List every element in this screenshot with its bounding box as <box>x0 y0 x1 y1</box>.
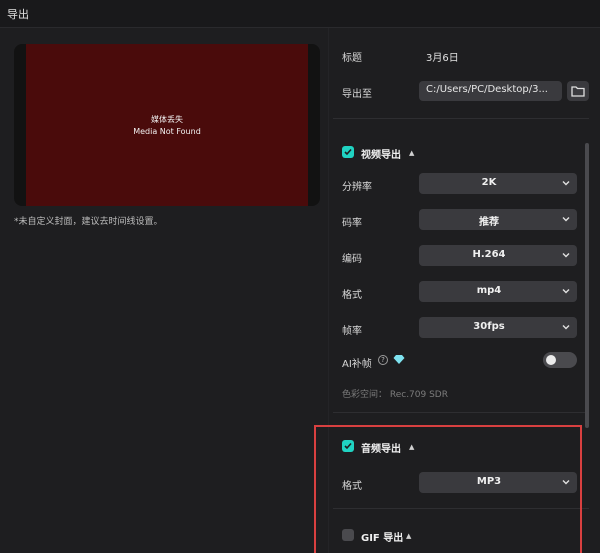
resolution-select[interactable]: 2K <box>419 173 577 194</box>
format-value: mp4 <box>476 285 502 296</box>
title-bar: 导出 <box>0 0 600 28</box>
resolution-value: 2K <box>481 177 497 188</box>
title-label: 标题 <box>342 53 362 64</box>
section-separator <box>333 412 589 413</box>
framerate-value: 30fps <box>473 321 505 332</box>
check-icon <box>344 148 352 156</box>
bitrate-select[interactable]: 推荐 <box>419 209 577 230</box>
scrollbar[interactable] <box>585 143 589 428</box>
chevron-down-icon <box>562 217 570 222</box>
export-to-label: 导出至 <box>342 89 372 100</box>
bitrate-value: 推荐 <box>479 217 499 228</box>
video-export-title: 视频导出 <box>361 150 401 161</box>
chevron-down-icon <box>562 289 570 294</box>
media-missing-cn: 媒体丢失 <box>151 115 183 124</box>
toggle-knob <box>546 355 556 365</box>
bitrate-label: 码率 <box>342 218 362 229</box>
framerate-label: 帧率 <box>342 326 362 337</box>
chevron-down-icon <box>562 181 570 186</box>
help-icon[interactable]: ? <box>378 355 388 365</box>
window-title: 导出 <box>7 8 29 21</box>
video-export-checkbox[interactable] <box>342 146 354 158</box>
ai-frame-toggle[interactable] <box>543 352 577 368</box>
browse-folder-button[interactable] <box>567 81 589 101</box>
cover-note: *未自定义封面，建议去时间线设置。 <box>14 217 163 227</box>
format-select[interactable]: mp4 <box>419 281 577 302</box>
title-value[interactable]: 3月6日 <box>426 49 459 64</box>
chevron-down-icon <box>562 325 570 330</box>
export-path-field[interactable]: C:/Users/PC/Desktop/3... <box>419 81 562 101</box>
preview-panel: 媒体丢失 Media Not Found <box>14 44 320 206</box>
codec-select[interactable]: H.264 <box>419 245 577 266</box>
media-missing-en: Media Not Found <box>133 127 201 136</box>
format-label: 格式 <box>342 290 362 301</box>
diamond-icon <box>393 355 405 364</box>
chevron-down-icon <box>562 253 570 258</box>
ai-frame-label: AI补帧 <box>342 359 372 370</box>
resolution-label: 分辨率 <box>342 182 372 193</box>
section-separator <box>333 118 589 119</box>
collapse-caret-icon[interactable]: ▲ <box>409 149 414 157</box>
framerate-select[interactable]: 30fps <box>419 317 577 338</box>
folder-icon <box>571 86 585 97</box>
codec-value: H.264 <box>472 249 506 260</box>
codec-label: 编码 <box>342 254 362 265</box>
highlight-box <box>314 425 582 553</box>
color-space-text: 色彩空间： Rec.709 SDR <box>342 390 448 400</box>
media-placeholder: 媒体丢失 Media Not Found <box>26 44 308 206</box>
